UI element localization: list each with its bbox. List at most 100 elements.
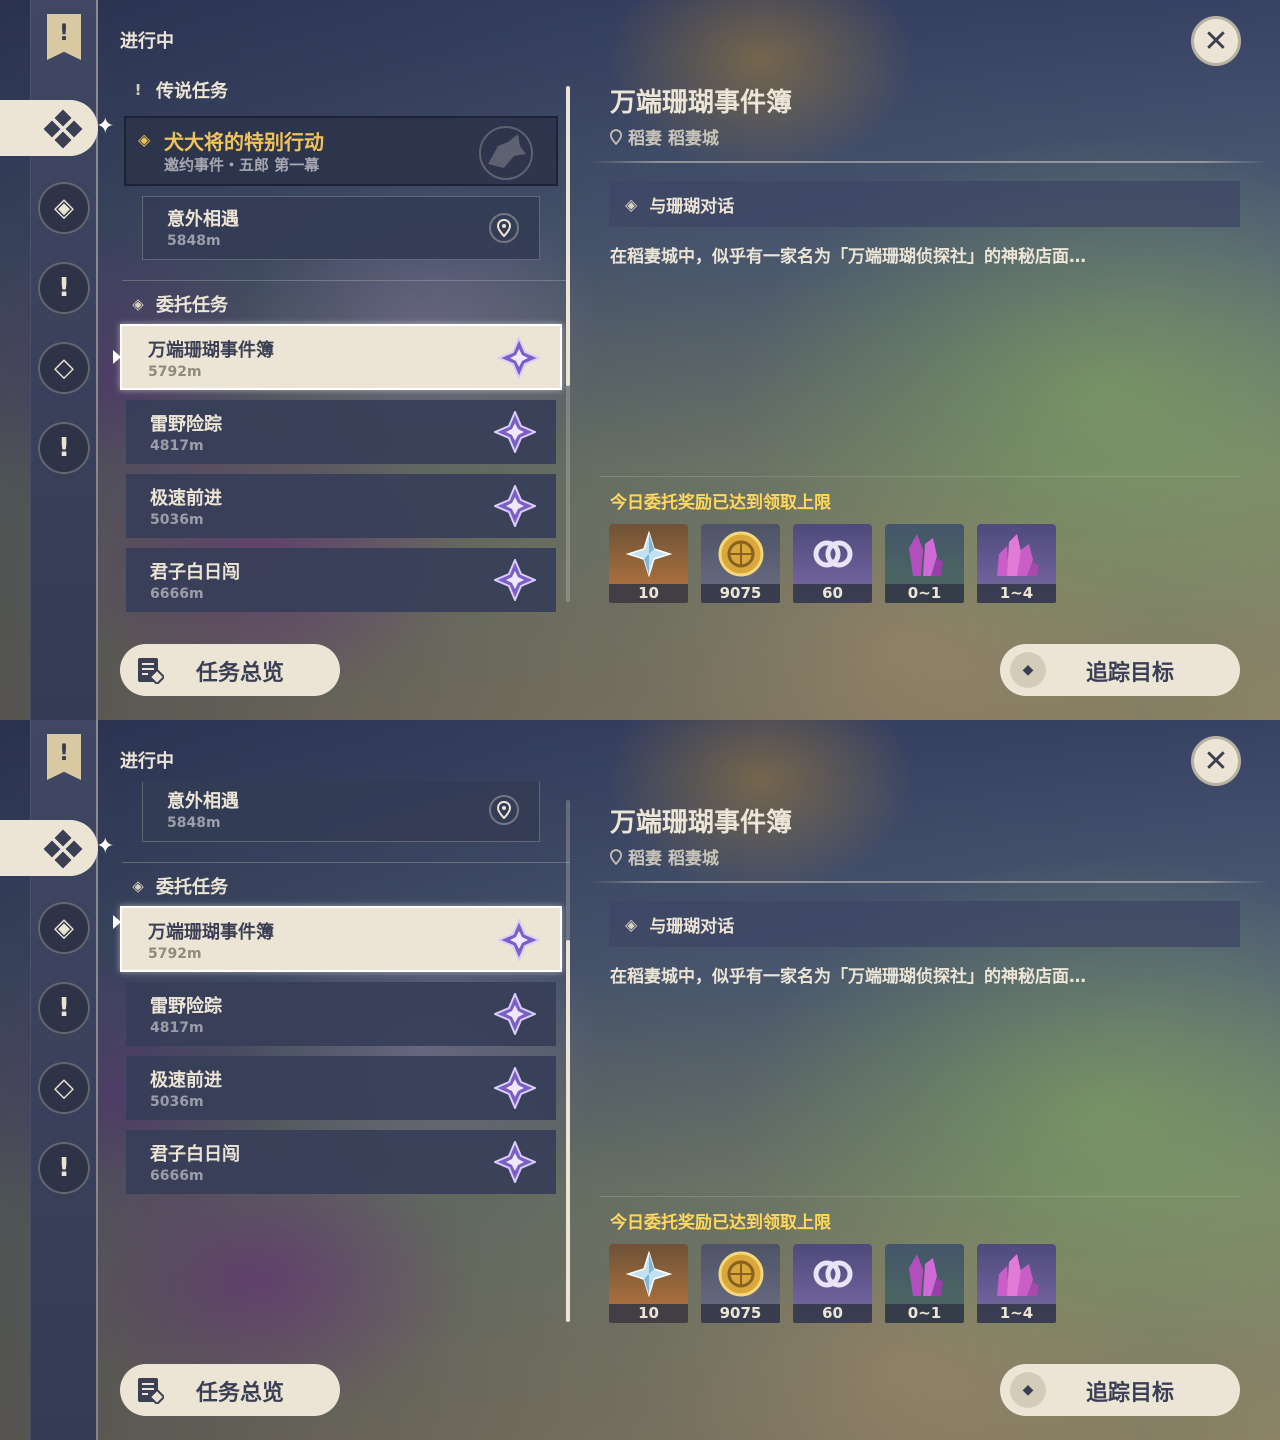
close-icon[interactable]: ✕ (1191, 736, 1241, 786)
commission-title: 万端珊瑚事件簿 (148, 340, 274, 361)
commission-star-icon (494, 993, 536, 1035)
list-scrollbar[interactable] (566, 86, 570, 602)
quest-list[interactable]: ! 传说任务 ◈ 犬大将的特别行动 邀约事件・五郎 第一幕 意外相遇 5848m (110, 70, 570, 620)
reward-count: 0~1 (885, 584, 964, 603)
commission-distance: 5036m (150, 512, 204, 528)
commission-star-icon (494, 485, 536, 527)
legend-diamond-icon: ◈ (138, 130, 151, 149)
track-target-button[interactable]: ◆ 追踪目标 (1000, 1364, 1240, 1416)
story-quest-icon[interactable]: ! (38, 262, 90, 314)
reward-divider (600, 476, 1240, 477)
primogem-icon (625, 531, 672, 577)
commission-card-1[interactable]: 雷野险踪 4817m (126, 400, 556, 464)
close-icon[interactable]: ✕ (1191, 16, 1241, 66)
reward-list: 10 9075 60 0~1 1~4 (609, 1244, 1056, 1323)
story-quest-icon[interactable]: ! (38, 982, 90, 1034)
commission-card-2[interactable]: 极速前进 5036m (126, 1056, 556, 1120)
event-icon[interactable]: ◇ (38, 1062, 90, 1114)
legend-quest-card[interactable]: ◈ 犬大将的特别行动 邀约事件・五郎 第一幕 (124, 116, 558, 186)
reward-item[interactable]: 1~4 (977, 524, 1056, 603)
track-diamond-icon: ◆ (1010, 652, 1046, 688)
detail-description: 在稻妻城中，似乎有一家名为「万端珊瑚侦探社」的神秘店面… (610, 967, 1086, 987)
commission-distance: 5792m (148, 946, 202, 962)
location-pin-icon (610, 128, 622, 145)
detail-location: 稻妻 稻妻城 (610, 124, 719, 149)
commission-card-2[interactable]: 极速前进 5036m (126, 474, 556, 538)
reward-item[interactable]: 10 (609, 524, 688, 603)
event-icon[interactable]: ◇ (38, 342, 90, 394)
commission-card-0[interactable]: 万端珊瑚事件簿 5792m (120, 324, 562, 390)
commission-card-3[interactable]: 君子白日闯 6666m (126, 1130, 556, 1194)
commission-small-icon: ◈ (132, 295, 144, 313)
commission-title: 雷野险踪 (150, 996, 222, 1017)
map-pin-icon[interactable] (489, 213, 519, 243)
in-progress-label: 进行中 (120, 751, 174, 772)
legend-step-title: 意外相遇 (167, 791, 239, 812)
reward-item[interactable]: 0~1 (885, 524, 964, 603)
commission-star-icon (498, 919, 540, 961)
reward-count: 60 (793, 1304, 872, 1323)
reward-limit-note: 今日委托奖励已达到领取上限 (610, 493, 831, 513)
reward-item[interactable]: 9075 (701, 1244, 780, 1323)
track-target-label: 追踪目标 (1086, 1381, 1175, 1406)
track-diamond-icon: ◆ (1010, 1372, 1046, 1408)
detail-location: 稻妻 稻妻城 (610, 844, 719, 869)
map-pin-icon[interactable] (489, 795, 519, 825)
objective-text: 与珊瑚对话 (649, 196, 735, 217)
reward-count: 1~4 (977, 584, 1056, 603)
commission-icon (43, 109, 83, 149)
reward-divider (600, 1196, 1240, 1197)
sidebar-tab-commission[interactable]: ✦ (0, 820, 114, 876)
commission-distance: 4817m (150, 438, 204, 454)
companionship-exp-icon (813, 540, 852, 568)
reward-item[interactable]: 60 (793, 1244, 872, 1323)
reward-count: 60 (793, 584, 872, 603)
commission-distance: 5792m (148, 364, 202, 380)
quest-overview-button[interactable]: 任务总览 (120, 1364, 340, 1416)
legend-step-distance: 5848m (167, 233, 221, 249)
world-quest-icon[interactable]: ◈ (38, 182, 90, 234)
reward-list: 10 9075 60 0~1 1~4 (609, 524, 1056, 603)
exclamation-icon[interactable]: ! (38, 422, 90, 474)
sidebar-tab-commission[interactable]: ✦ (0, 100, 114, 156)
quest-overview-button[interactable]: 任务总览 (120, 644, 340, 696)
exclamation-icon[interactable]: ! (38, 1142, 90, 1194)
reward-item[interactable]: 9075 (701, 524, 780, 603)
reward-item[interactable]: 60 (793, 524, 872, 603)
objective-diamond-icon: ◈ (625, 194, 638, 214)
companionship-exp-icon (813, 1260, 852, 1288)
commission-card-0[interactable]: 万端珊瑚事件簿 5792m (120, 906, 562, 972)
legend-quest-icon: ! (134, 81, 142, 99)
legend-section-label: 传说任务 (156, 81, 228, 102)
legend-step-card[interactable]: 意外相遇 5848m (142, 196, 540, 260)
reward-count: 10 (609, 584, 688, 603)
commission-section-header: ◈ 委托任务 (130, 290, 228, 318)
commission-card-3[interactable]: 君子白日闯 6666m (126, 548, 556, 612)
reward-item[interactable]: 10 (609, 1244, 688, 1323)
scrollbar-thumb[interactable] (566, 940, 570, 1322)
commission-distance: 6666m (150, 586, 204, 602)
legend-section-header: ! 传说任务 (130, 76, 228, 104)
commission-section-label: 委托任务 (156, 295, 228, 316)
commission-card-1[interactable]: 雷野险踪 4817m (126, 982, 556, 1046)
reward-count: 1~4 (977, 1304, 1056, 1323)
in-progress-label: 进行中 (120, 31, 174, 52)
track-target-button[interactable]: ◆ 追踪目标 (1000, 644, 1240, 696)
commission-title: 君子白日闯 (150, 562, 240, 583)
scrollbar-thumb[interactable] (566, 86, 570, 386)
list-scrollbar[interactable] (566, 800, 570, 1322)
reward-item[interactable]: 1~4 (977, 1244, 1056, 1323)
detail-divider (590, 161, 1270, 163)
objective-diamond-icon: ◈ (625, 914, 638, 934)
commission-section-header: ◈ 委托任务 (130, 872, 228, 900)
quest-overview-label: 任务总览 (196, 1381, 285, 1406)
commission-distance: 5036m (150, 1094, 204, 1110)
world-quest-icon[interactable]: ◈ (38, 902, 90, 954)
selected-arrow-icon (113, 350, 121, 364)
quest-list[interactable]: 意外相遇 5848m ◈ 委托任务 万端珊瑚事件簿 5792m 雷野险踪 481… (110, 782, 570, 1342)
legend-step-card[interactable]: 意外相遇 5848m (142, 782, 540, 842)
reward-item[interactable]: 0~1 (885, 1244, 964, 1323)
objective-text: 与珊瑚对话 (649, 916, 735, 937)
commission-small-icon: ◈ (132, 877, 144, 895)
objective-bar: ◈ 与珊瑚对话 (609, 181, 1240, 227)
